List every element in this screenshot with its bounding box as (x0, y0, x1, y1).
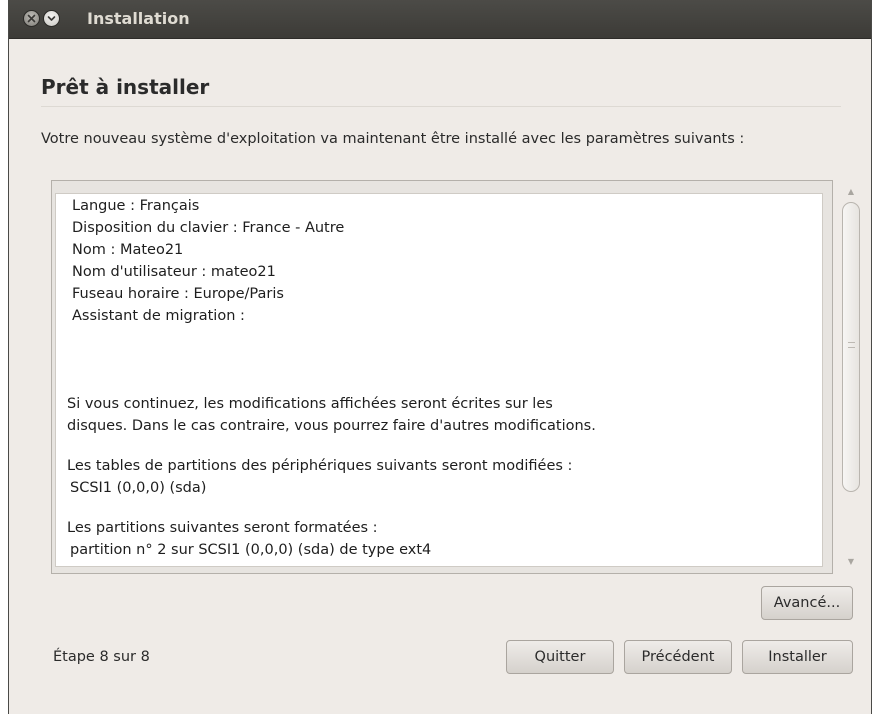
quit-button[interactable]: Quitter (506, 640, 614, 674)
setting-keyboard-layout: Disposition du clavier : France - Autre (72, 220, 345, 236)
grip-icon (848, 342, 855, 348)
step-indicator: Étape 8 sur 8 (53, 649, 150, 665)
installer-window: Installation Prêt à installer Votre nouv… (8, 0, 872, 714)
setting-language: Langue : Français (72, 198, 200, 214)
setting-username: Nom d'utilisateur : mateo21 (72, 264, 276, 280)
formatted-partitions-heading: Les partitions suivantes seront formatée… (67, 520, 378, 536)
partition-tables-device: SCSI1 (0,0,0) (sda) (70, 480, 207, 496)
close-icon (27, 14, 36, 23)
partition-tables-heading: Les tables de partitions des périphériqu… (67, 458, 573, 474)
formatted-partition-item: partition n° 2 sur SCSI1 (0,0,0) (sda) d… (70, 542, 432, 558)
summary-text-view[interactable]: Langue : Français Disposition du clavier… (55, 193, 823, 567)
install-button[interactable]: Installer (742, 640, 853, 674)
scroll-down-arrow-icon[interactable]: ▼ (846, 558, 856, 566)
heading-separator (41, 106, 841, 107)
scroll-up-arrow-icon[interactable]: ▲ (846, 188, 856, 196)
previous-button[interactable]: Précédent (624, 640, 732, 674)
intro-text: Votre nouveau système d'exploitation va … (41, 131, 745, 147)
close-window-button[interactable] (23, 10, 40, 27)
warning-line: Si vous continuez, les modifications aff… (67, 396, 553, 412)
title-bar: Installation (9, 0, 871, 39)
scrollbar-thumb[interactable] (842, 202, 860, 492)
minimize-window-button[interactable] (43, 10, 60, 27)
advanced-button[interactable]: Avancé... (761, 586, 853, 620)
setting-name: Nom : Mateo21 (72, 242, 184, 258)
summary-frame: Langue : Français Disposition du clavier… (51, 180, 833, 574)
chevron-down-icon (47, 16, 56, 21)
setting-migration-assistant: Assistant de migration : (72, 308, 245, 324)
setting-timezone: Fuseau horaire : Europe/Paris (72, 286, 284, 302)
warning-line: disques. Dans le cas contraire, vous pou… (67, 418, 596, 434)
page-title: Prêt à installer (41, 75, 210, 99)
window-title: Installation (87, 9, 190, 28)
summary-scrollbar[interactable]: ▲ ▼ (841, 180, 861, 574)
